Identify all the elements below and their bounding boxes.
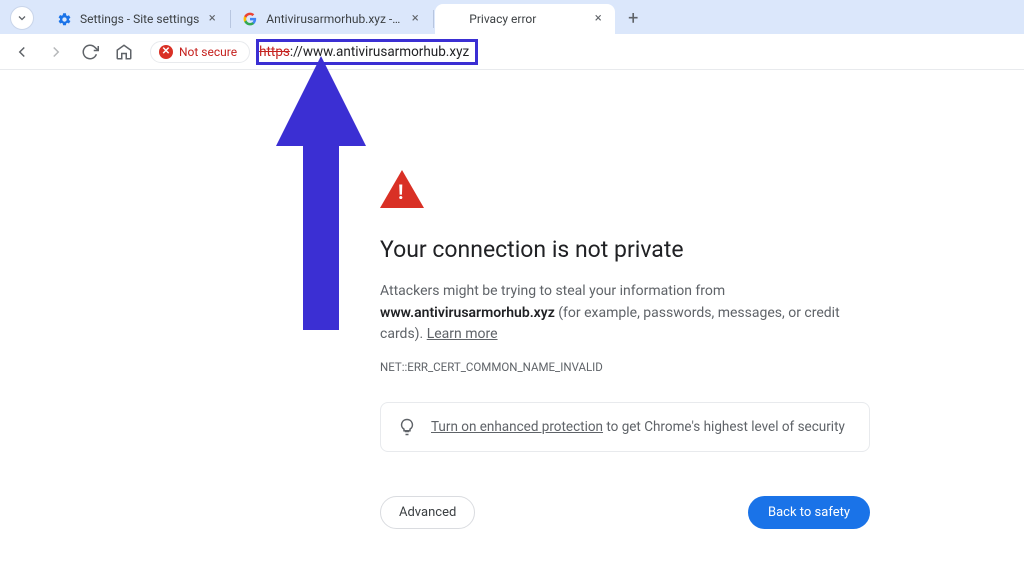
home-button[interactable] bbox=[110, 38, 138, 66]
tab-title: Antivirusarmorhub.xyz - Google bbox=[266, 12, 402, 26]
lightbulb-icon bbox=[397, 417, 417, 437]
new-tab-button[interactable]: + bbox=[619, 4, 647, 32]
close-icon[interactable]: × bbox=[408, 12, 422, 26]
forward-button[interactable] bbox=[42, 38, 70, 66]
back-to-safety-button[interactable]: Back to safety bbox=[748, 496, 870, 529]
tab-strip: Settings - Site settings × Antivirusarmo… bbox=[0, 0, 1024, 34]
url-host: ://www.antivirusarmorhub.xyz bbox=[290, 44, 469, 60]
tab-separator bbox=[433, 10, 434, 28]
tip-suffix: to get Chrome's highest level of securit… bbox=[603, 419, 845, 435]
blank-favicon bbox=[445, 11, 461, 27]
tab-search-button[interactable] bbox=[10, 6, 34, 30]
error-body: Attackers might be trying to steal your … bbox=[380, 281, 870, 346]
security-label: Not secure bbox=[179, 45, 237, 59]
tab-settings[interactable]: Settings - Site settings × bbox=[46, 4, 229, 34]
url-field[interactable]: https://www.antivirusarmorhub.xyz bbox=[256, 39, 1016, 65]
tab-privacy-error[interactable]: Privacy error × bbox=[435, 4, 615, 34]
error-code: NET::ERR_CERT_COMMON_NAME_INVALID bbox=[380, 360, 870, 374]
security-chip[interactable]: ✕ Not secure bbox=[150, 41, 250, 63]
button-row: Advanced Back to safety bbox=[380, 496, 870, 529]
not-secure-icon: ✕ bbox=[159, 45, 173, 59]
error-heading: Your connection is not private bbox=[380, 236, 870, 263]
url-protocol: https bbox=[259, 44, 290, 60]
enhanced-protection-link[interactable]: Turn on enhanced protection bbox=[431, 419, 603, 435]
tab-title: Privacy error bbox=[469, 12, 585, 26]
error-body-prefix: Attackers might be trying to steal your … bbox=[380, 283, 725, 299]
address-bar[interactable]: ✕ Not secure https://www.antivirusarmorh… bbox=[150, 37, 1016, 67]
reload-button[interactable] bbox=[76, 38, 104, 66]
learn-more-link[interactable]: Learn more bbox=[427, 326, 498, 342]
tab-google-search[interactable]: Antivirusarmorhub.xyz - Google × bbox=[232, 4, 432, 34]
enhanced-protection-tip: Turn on enhanced protection to get Chrom… bbox=[380, 402, 870, 452]
warning-icon bbox=[380, 170, 424, 208]
tab-list-controls bbox=[6, 6, 46, 34]
tip-text: Turn on enhanced protection to get Chrom… bbox=[431, 419, 845, 435]
annotation-arrow bbox=[276, 56, 366, 330]
back-button[interactable] bbox=[8, 38, 36, 66]
tab-title: Settings - Site settings bbox=[80, 12, 199, 26]
advanced-button[interactable]: Advanced bbox=[380, 496, 475, 529]
privacy-error-page: Your connection is not private Attackers… bbox=[380, 170, 870, 529]
gear-icon bbox=[56, 11, 72, 27]
error-domain: www.antivirusarmorhub.xyz bbox=[380, 305, 555, 321]
tab-separator bbox=[230, 10, 231, 28]
toolbar: ✕ Not secure https://www.antivirusarmorh… bbox=[0, 34, 1024, 70]
close-icon[interactable]: × bbox=[205, 12, 219, 26]
annotation-highlight-box: https://www.antivirusarmorhub.xyz bbox=[256, 39, 478, 65]
close-icon[interactable]: × bbox=[591, 12, 605, 26]
google-icon bbox=[242, 11, 258, 27]
